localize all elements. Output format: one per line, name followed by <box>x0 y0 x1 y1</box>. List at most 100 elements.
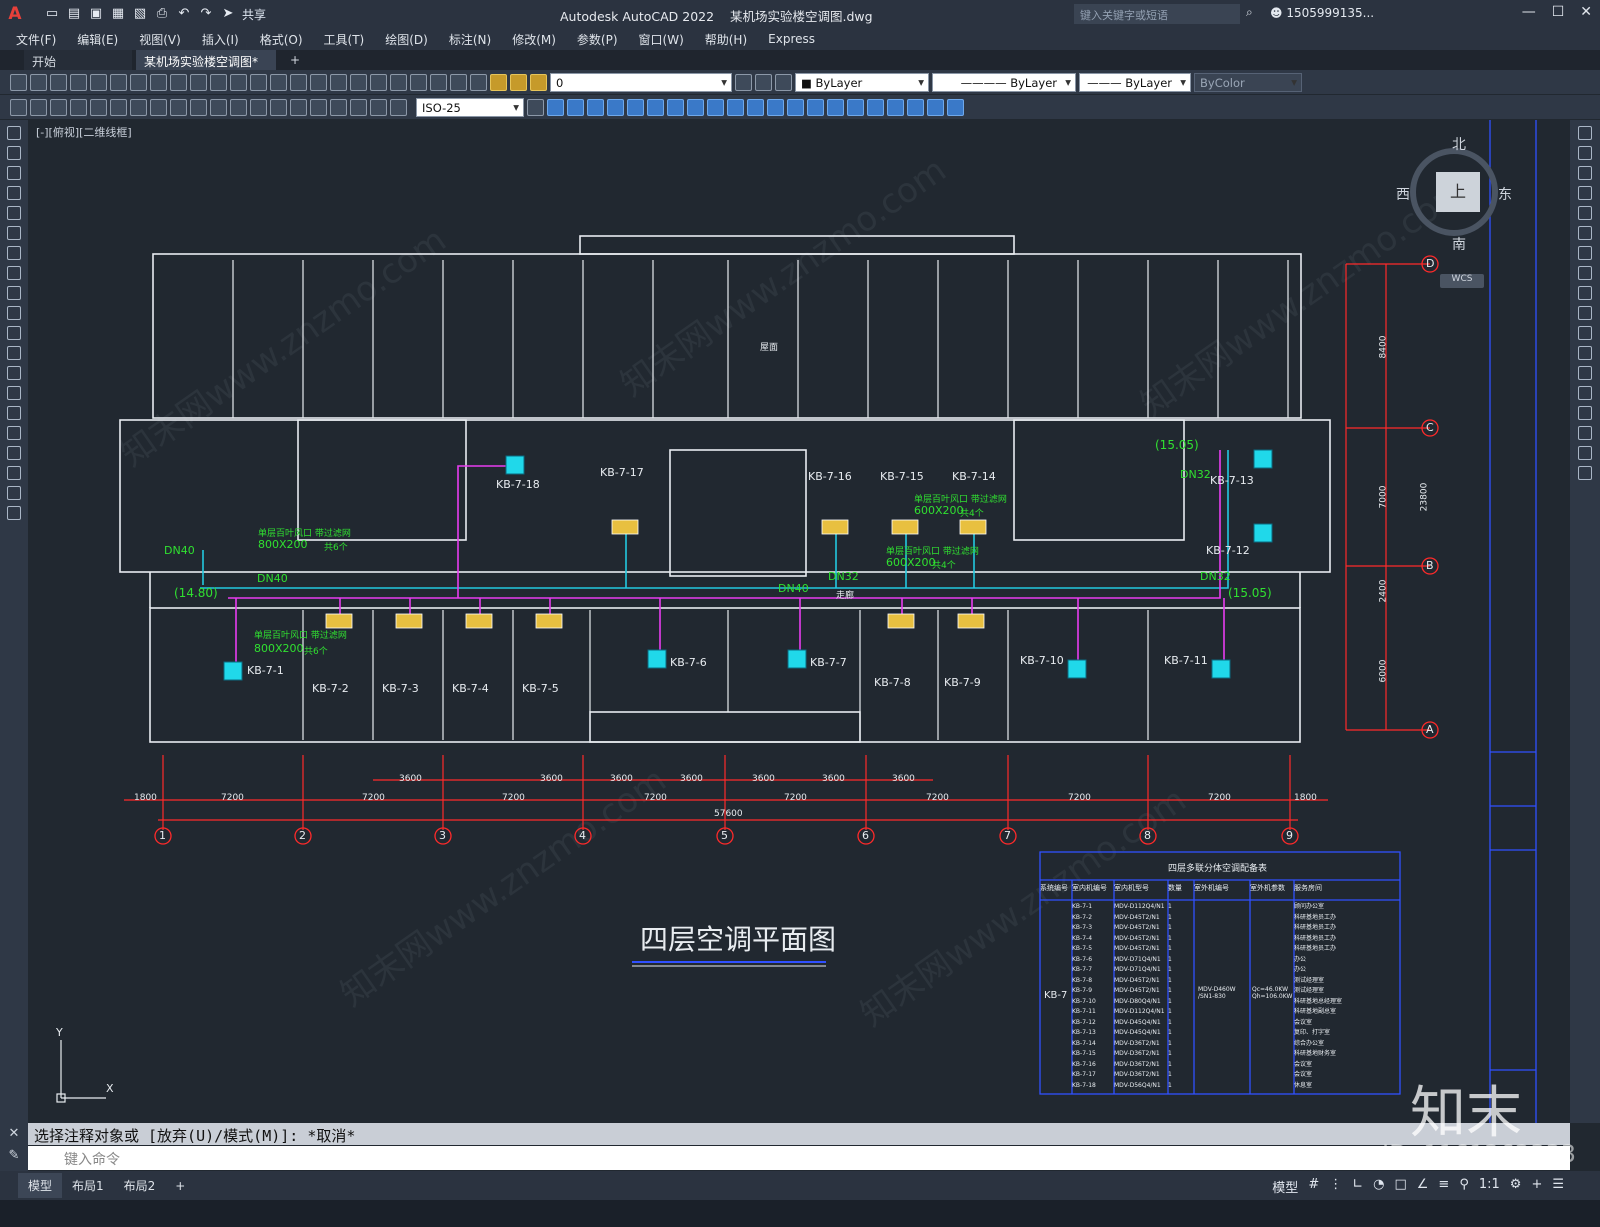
new-tab-button[interactable]: + <box>282 50 308 70</box>
blend-icon[interactable] <box>1578 446 1592 460</box>
modify-join-icon[interactable] <box>767 98 784 116</box>
command-settings-icon[interactable]: ✎ <box>0 1145 28 1167</box>
fillet-icon[interactable] <box>1578 426 1592 440</box>
menu-tools[interactable]: 工具(T) <box>324 31 365 48</box>
jogged-linear-icon[interactable] <box>330 98 347 116</box>
rectangle-icon[interactable] <box>7 206 21 220</box>
move-icon[interactable] <box>1578 226 1592 240</box>
construction-line-icon[interactable] <box>7 146 21 160</box>
menu-help[interactable]: 帮助(H) <box>705 31 747 48</box>
wcs-menu[interactable]: WCS <box>1440 274 1484 288</box>
modify-scale-icon[interactable] <box>667 98 684 116</box>
add-selected-icon[interactable] <box>7 506 21 520</box>
maximize-icon[interactable]: ☐ <box>1552 4 1565 20</box>
scale-icon[interactable] <box>1578 266 1592 280</box>
plus-icon[interactable]: + <box>1531 1177 1542 1196</box>
center-mark-icon[interactable] <box>290 98 307 116</box>
grid-icon[interactable]: # <box>1308 1177 1319 1196</box>
dim-continue-icon[interactable] <box>210 98 227 116</box>
menu-dimension[interactable]: 标注(N) <box>449 31 491 48</box>
array-icon[interactable] <box>1578 206 1592 220</box>
layer-previous-icon[interactable] <box>755 73 772 91</box>
properties-icon[interactable] <box>330 73 347 91</box>
design-center-icon[interactable] <box>350 73 367 91</box>
quick-dim-icon[interactable] <box>170 98 187 116</box>
polar-icon[interactable]: ◔ <box>1373 1177 1384 1196</box>
polyline-icon[interactable] <box>7 166 21 180</box>
open-icon[interactable] <box>30 73 47 91</box>
menu-draw[interactable]: 绘图(D) <box>385 31 428 48</box>
layer-bulb-icon[interactable] <box>490 73 507 91</box>
dim-break-icon[interactable] <box>250 98 267 116</box>
undo-tool-icon[interactable] <box>210 73 227 91</box>
join-icon[interactable] <box>1578 386 1592 400</box>
mtext-icon[interactable] <box>7 486 21 500</box>
draworder-below-icon[interactable] <box>927 98 944 116</box>
dim-edit-icon[interactable] <box>350 98 367 116</box>
compass-south[interactable]: 南 <box>1452 234 1466 254</box>
add-layout-button[interactable]: + <box>165 1175 195 1197</box>
tab-drawing[interactable]: 某机场实验楼空调图* ✕ <box>136 50 276 84</box>
compass-west[interactable]: 西 <box>1396 184 1410 204</box>
modify-mirror-icon[interactable] <box>567 98 584 116</box>
menu-file[interactable]: 文件(F) <box>16 31 56 48</box>
undo-icon[interactable]: ↶ <box>176 6 192 22</box>
linetype-dropdown[interactable]: ———— ByLayer <box>932 72 1076 92</box>
arc-icon[interactable] <box>7 226 21 240</box>
dim-update-icon[interactable] <box>390 98 407 116</box>
dim-angular-icon[interactable] <box>150 98 167 116</box>
hatch-icon[interactable] <box>7 406 21 420</box>
calculator-icon[interactable] <box>430 73 447 91</box>
modify-explode-icon[interactable] <box>827 98 844 116</box>
break-point-icon[interactable] <box>1578 346 1592 360</box>
open-file-icon[interactable]: ▤ <box>66 6 82 22</box>
dim-text-edit-icon[interactable] <box>370 98 387 116</box>
lineweight-icon[interactable]: ≡ <box>1438 1177 1449 1196</box>
gradient-icon[interactable] <box>7 426 21 440</box>
layer-states-icon[interactable] <box>775 73 792 91</box>
region-icon[interactable] <box>7 446 21 460</box>
print-icon[interactable]: ⎙ <box>154 6 170 22</box>
viewcube-face-top[interactable]: 上 <box>1436 172 1480 212</box>
plotstyle-dropdown[interactable]: ByColor <box>1194 72 1302 92</box>
layer-manager-icon[interactable] <box>470 73 487 91</box>
line-icon[interactable] <box>7 126 21 140</box>
layer-lock-icon[interactable] <box>530 73 547 91</box>
drawing-canvas[interactable]: [-][俯视][二维线框] 知末网www.znzmo.com 知末网www.zn… <box>28 120 1570 1123</box>
tab-layout2[interactable]: 布局2 <box>114 1173 166 1198</box>
otrack-icon[interactable]: ∠ <box>1417 1177 1429 1196</box>
publish-icon[interactable] <box>110 73 127 91</box>
close-icon[interactable]: ✕ <box>1580 4 1592 20</box>
draworder-front-icon[interactable] <box>867 98 884 116</box>
help-icon[interactable] <box>450 73 467 91</box>
cut-icon[interactable] <box>130 73 147 91</box>
share-icon[interactable]: ➤ <box>220 6 236 22</box>
markup-icon[interactable] <box>410 73 427 91</box>
extend-icon[interactable] <box>1578 326 1592 340</box>
inspect-icon[interactable] <box>310 98 327 116</box>
menu-express[interactable]: Express <box>768 32 815 46</box>
compass-east[interactable]: 东 <box>1498 184 1512 204</box>
qnew-icon[interactable] <box>10 73 27 91</box>
zoom-window-icon[interactable] <box>290 73 307 91</box>
revision-cloud-icon[interactable] <box>7 266 21 280</box>
lineweight-dropdown[interactable]: ——— ByLayer <box>1079 72 1191 92</box>
modify-trim-icon[interactable] <box>707 98 724 116</box>
annotation-icon[interactable]: ⚲ <box>1459 1177 1469 1196</box>
tab-start[interactable]: 开始 <box>24 50 132 70</box>
explode-icon[interactable] <box>1578 466 1592 480</box>
compass-north[interactable]: 北 <box>1452 134 1466 154</box>
menu-format[interactable]: 格式(O) <box>260 31 303 48</box>
circle-icon[interactable] <box>7 246 21 260</box>
dim-space-icon[interactable] <box>230 98 247 116</box>
redo-icon[interactable]: ↷ <box>198 6 214 22</box>
offset-icon[interactable] <box>1578 186 1592 200</box>
preview-icon[interactable] <box>90 73 107 91</box>
dim-baseline-icon[interactable] <box>190 98 207 116</box>
table-icon[interactable] <box>7 466 21 480</box>
rotate-icon[interactable] <box>1578 246 1592 260</box>
draworder-above-icon[interactable] <box>907 98 924 116</box>
layer-sun-icon[interactable] <box>510 73 527 91</box>
dim-aligned-icon[interactable] <box>30 98 47 116</box>
modify-move-icon[interactable] <box>627 98 644 116</box>
